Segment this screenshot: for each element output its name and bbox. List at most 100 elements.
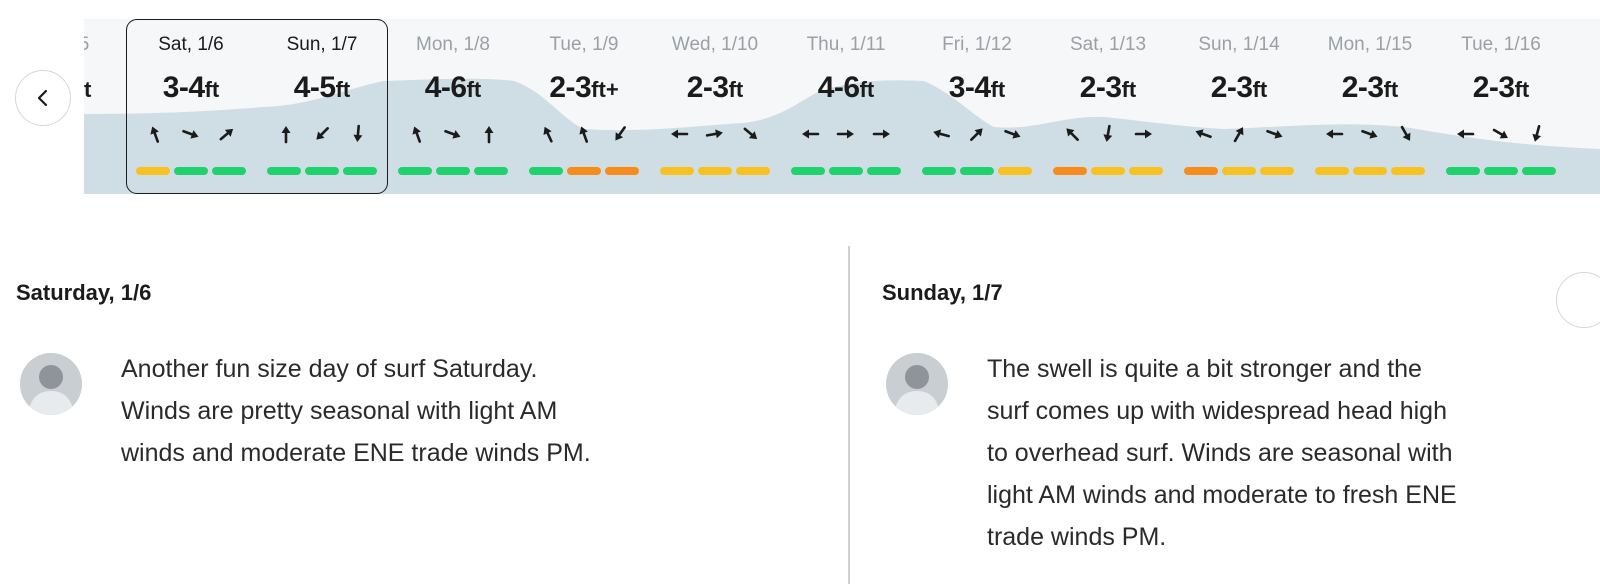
wind-arrow-icon bbox=[1400, 125, 1411, 141]
surf-height: 2-3ft bbox=[1210, 71, 1268, 104]
wind-arrows bbox=[650, 123, 780, 145]
forecast-day[interactable]: Sun, 1/7 4-5ft bbox=[257, 19, 387, 194]
surf-rating-bars bbox=[791, 167, 901, 175]
rating-bar-good bbox=[529, 167, 563, 175]
surf-height: 2-3ft bbox=[1079, 71, 1137, 104]
rating-bar-fair bbox=[736, 167, 770, 175]
wind-arrow-icon bbox=[150, 126, 160, 143]
wind-arrow-icon bbox=[933, 129, 951, 139]
rating-bar-good bbox=[1446, 167, 1480, 175]
next-button[interactable] bbox=[1556, 272, 1600, 328]
wind-arrow-icon bbox=[872, 129, 890, 139]
rating-bar-good bbox=[398, 167, 432, 175]
rating-bar-fair bbox=[1391, 167, 1425, 175]
rating-bar-good bbox=[1522, 167, 1556, 175]
forecast-day[interactable]: Fri, 1/12 3-4ft bbox=[912, 19, 1042, 194]
rating-bar-fair bbox=[136, 167, 170, 175]
forecast-report-saturday: Saturday, 1/6 Another fun size day of su… bbox=[16, 280, 796, 467]
wind-arrow-icon bbox=[1361, 129, 1378, 139]
wind-arrows bbox=[1436, 123, 1566, 145]
report-title: Saturday, 1/6 bbox=[16, 280, 152, 305]
rating-bar-good bbox=[174, 167, 208, 175]
surf-height: 3-4ft bbox=[948, 71, 1006, 104]
day-label: Mon, 1/15 bbox=[1327, 34, 1413, 55]
wind-arrow-icon bbox=[1492, 128, 1508, 139]
forecast-day[interactable]: Sat, 1/6 3-4ft bbox=[126, 19, 256, 194]
rating-bar-good bbox=[829, 167, 863, 175]
rating-bar-poor bbox=[567, 167, 601, 175]
previous-button[interactable] bbox=[15, 70, 71, 126]
wind-arrow-icon bbox=[1326, 129, 1344, 139]
surf-height: 4-6ft bbox=[424, 71, 482, 104]
surf-rating-bars bbox=[1053, 167, 1163, 175]
rating-bar-good bbox=[267, 167, 301, 175]
report-text: The swell is quite a bit stronger and th… bbox=[987, 355, 1457, 551]
rating-bar-fair bbox=[1260, 167, 1294, 175]
wind-arrows bbox=[912, 123, 1042, 145]
forecast-day[interactable]: Sun, 1/14 2-3ft bbox=[1174, 19, 1304, 194]
wind-arrows bbox=[781, 123, 911, 145]
rating-bar-poor bbox=[605, 167, 639, 175]
rating-bar-fair bbox=[698, 167, 732, 175]
forecast-day[interactable]: Tue, 1/16 2-3ft bbox=[1436, 19, 1566, 194]
surf-rating-bars bbox=[922, 167, 1032, 175]
wind-arrow-icon bbox=[1457, 129, 1475, 139]
surf-height: 2-3ft bbox=[1472, 71, 1530, 104]
surf-rating-bars bbox=[660, 167, 770, 175]
rating-bar-good bbox=[960, 167, 994, 175]
forecast-report-sunday: Sunday, 1/7 The swell is quite a bit str… bbox=[882, 280, 1562, 551]
wind-arrows bbox=[1043, 123, 1173, 145]
rating-bar-fair bbox=[1222, 167, 1256, 175]
forecast-strip: 5 ft Sat, 1/63-4ftSun, 1/74-5ftMon, 1/84… bbox=[84, 19, 1600, 194]
forecaster-avatar bbox=[20, 353, 82, 415]
day-label: Sat, 1/13 bbox=[1069, 34, 1147, 55]
rating-bar-fair bbox=[1091, 167, 1125, 175]
rating-bar-good bbox=[436, 167, 470, 175]
wind-arrow-icon bbox=[444, 129, 461, 139]
surf-height: 2-3ft bbox=[1341, 71, 1399, 104]
rating-bar-good bbox=[922, 167, 956, 175]
wind-arrow-icon bbox=[543, 126, 553, 143]
wind-arrows bbox=[1305, 123, 1435, 145]
day-label: Tue, 1/16 bbox=[1461, 34, 1541, 55]
wind-arrows bbox=[519, 123, 649, 145]
wind-arrows bbox=[257, 123, 387, 145]
column-divider bbox=[848, 246, 850, 584]
forecast-day[interactable]: Thu, 1/11 4-6ft bbox=[781, 19, 911, 194]
forecast-day[interactable]: Tue, 1/9 2-3ft+ bbox=[519, 19, 649, 194]
wind-arrow-icon bbox=[836, 129, 854, 139]
rating-bar-good bbox=[305, 167, 339, 175]
forecast-day[interactable]: Mon, 1/15 2-3ft bbox=[1305, 19, 1435, 194]
day-label: Sat, 1/6 bbox=[158, 34, 224, 55]
day-label: Sun, 1/7 bbox=[286, 34, 358, 55]
surf-rating-bars bbox=[529, 167, 639, 175]
surf-height: 2-3ft bbox=[686, 71, 744, 104]
forecast-day[interactable]: Wed, 1/10 2-3ft bbox=[650, 19, 780, 194]
wind-arrow-icon bbox=[412, 126, 422, 143]
rating-bar-fair bbox=[1353, 167, 1387, 175]
wind-arrow-icon bbox=[1532, 124, 1542, 142]
day-label: Tue, 1/9 bbox=[549, 34, 619, 55]
wind-arrow-icon bbox=[615, 126, 626, 141]
wind-arrow-icon bbox=[219, 128, 234, 141]
surf-rating-bars bbox=[1315, 167, 1425, 175]
forecast-day[interactable]: Sat, 1/13 2-3ft bbox=[1043, 19, 1173, 194]
wind-arrows bbox=[126, 123, 256, 145]
rating-bar-fair bbox=[1129, 167, 1163, 175]
rating-bar-fair bbox=[660, 167, 694, 175]
wind-arrow-icon bbox=[1066, 128, 1079, 141]
day-label: Wed, 1/10 bbox=[671, 34, 759, 55]
wind-arrow-icon bbox=[970, 128, 983, 141]
wind-arrow-icon bbox=[1233, 127, 1244, 143]
wind-arrows bbox=[388, 123, 518, 145]
rating-bar-good bbox=[212, 167, 246, 175]
rating-bar-poor bbox=[1053, 167, 1087, 175]
wind-arrow-icon bbox=[353, 124, 363, 142]
surf-height: 4-5ft bbox=[293, 71, 351, 104]
wind-arrow-icon bbox=[705, 129, 723, 139]
wind-arrow-icon bbox=[316, 127, 329, 140]
forecast-day[interactable]: Mon, 1/8 4-6ft bbox=[388, 19, 518, 194]
wind-arrow-icon bbox=[802, 129, 820, 139]
forecaster-avatar bbox=[886, 353, 948, 415]
rating-bar-fair bbox=[1315, 167, 1349, 175]
